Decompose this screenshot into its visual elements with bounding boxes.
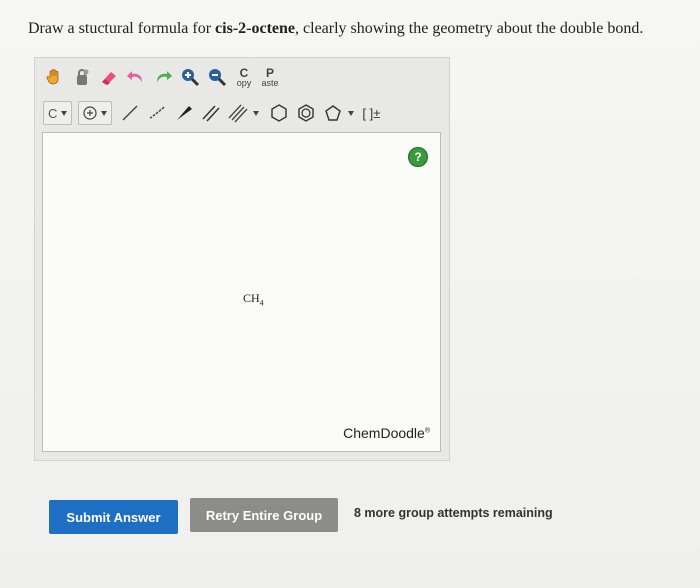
element-label: C [48,105,58,121]
toolbar-row-1: C opy P aste [43,62,284,92]
brand-name: ChemDoodle [343,425,425,441]
chevron-down-icon [61,110,68,116]
redo-icon[interactable] [151,65,175,89]
help-icon[interactable]: ? [408,147,428,167]
prompt-prefix: Draw a stuctural formula for [28,20,216,37]
attempts-remaining: 8 more group attempts remaining [354,506,553,520]
copy-button-big: C [239,65,249,80]
element-dropdown[interactable]: C [43,101,73,125]
brand-mark: ® [424,427,430,435]
benzene-icon[interactable] [294,101,318,125]
undo-icon[interactable] [124,65,148,89]
copy-button-small: opy [236,77,252,88]
charge-bracket-label: [ ]± [362,105,381,121]
drawing-canvas[interactable]: ? CH4 ChemDoodle® [42,132,441,452]
chemdoodle-sketcher: C opy P aste C []± ? CH4 ChemDoodle® [34,57,450,461]
cyclopentane-icon[interactable] [321,101,345,125]
prompt-suffix: , clearly showing the geometry about the… [295,20,644,37]
paste-button-big: P [265,65,274,80]
triple-bond-icon[interactable] [226,101,250,125]
toolbar-row-2: C []± [43,100,383,126]
molecule-label[interactable]: CH4 [243,291,264,307]
zoom-in-icon[interactable] [178,65,202,89]
zoom-out-icon[interactable] [205,65,229,89]
submit-answer-button[interactable]: Submit Answer [49,500,178,534]
paste-button[interactable]: P aste [258,67,282,88]
wedge-bond-icon[interactable] [172,101,196,125]
chevron-down-icon [101,110,108,116]
copy-button[interactable]: C opy [232,67,256,88]
eraser-icon[interactable] [97,65,121,89]
single-bond-icon[interactable] [118,101,142,125]
charge-dropdown[interactable] [78,101,113,125]
paste-button-small: aste [261,77,279,88]
double-bond-icon[interactable] [199,101,223,125]
ring-dropdown-icon[interactable] [348,110,355,116]
lasso-icon[interactable] [70,65,94,89]
charge-bracket-icon[interactable]: [ ]± [362,101,380,125]
molecule-main: CH [243,291,260,305]
retry-group-button[interactable]: Retry Entire Group [190,498,338,532]
prompt-compound: cis-2-octene [215,20,296,37]
chemdoodle-logo: ChemDoodle® [343,425,430,441]
bond-dropdown-icon[interactable] [253,110,260,116]
hand-icon[interactable] [43,65,67,89]
hashed-bond-icon[interactable] [145,101,169,125]
question-prompt: Draw a stuctural formula for cis-2-octen… [28,20,643,38]
cyclohexane-icon[interactable] [267,101,291,125]
page: Draw a stuctural formula for cis-2-octen… [0,0,700,588]
molecule-subscript: 4 [259,298,264,308]
plus-circle-icon [83,106,97,120]
